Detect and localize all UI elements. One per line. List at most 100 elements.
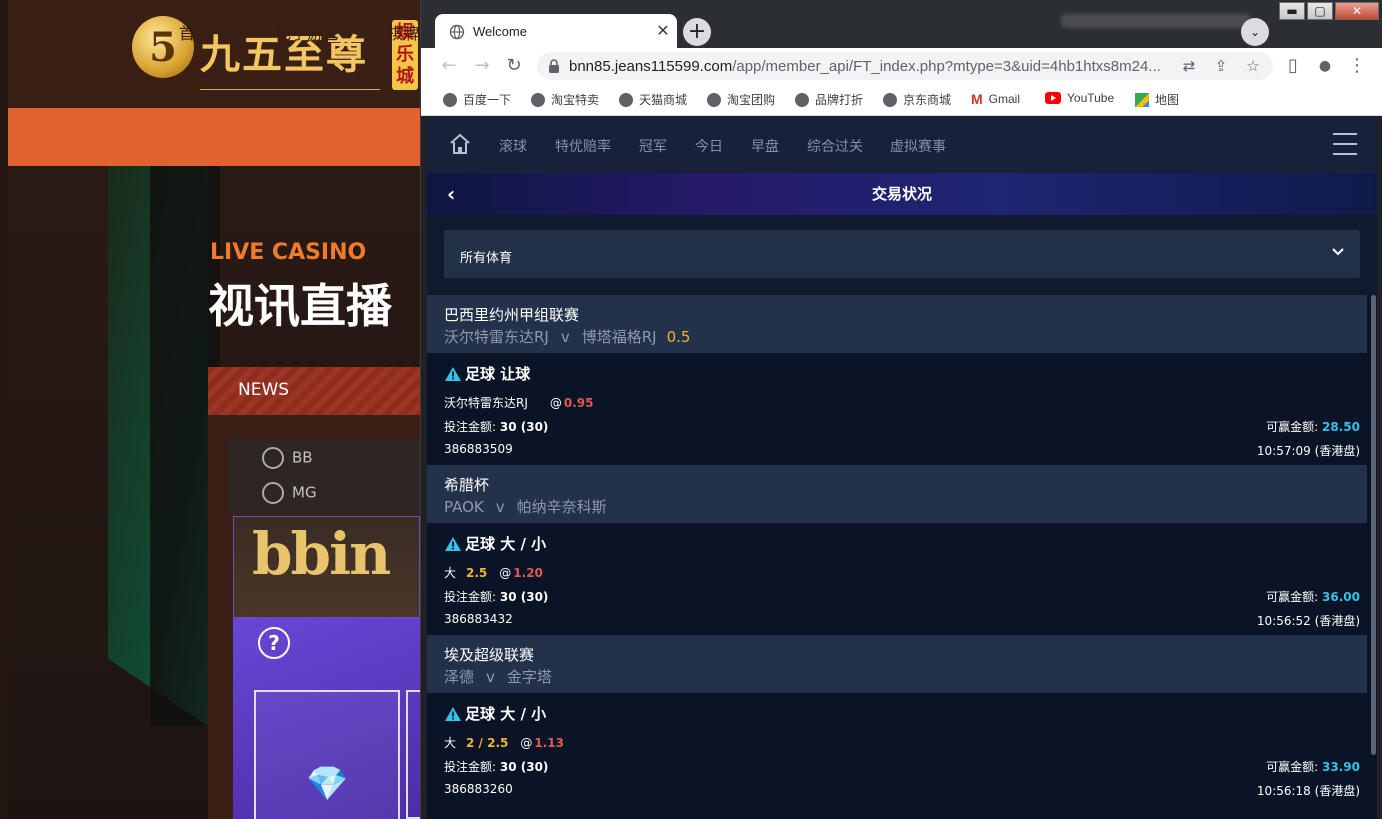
- page-title: 交易状况: [871, 185, 932, 203]
- bb-icon: [262, 447, 284, 469]
- news-label[interactable]: NEWS: [238, 380, 289, 400]
- stake-amount: 投注金额: 30 (30): [444, 590, 549, 604]
- forward-button[interactable]: →: [470, 54, 494, 78]
- address-bar[interactable]: bnn85.jeans115599.com/app/member_api/FT_…: [537, 52, 1273, 80]
- bet-pick: 沃尔特雷东达RJ @0.95: [444, 396, 594, 410]
- game-provider-bb[interactable]: BB: [262, 447, 313, 469]
- reload-button[interactable]: ↻: [502, 54, 526, 78]
- win-amount: 可赢金额: 33.90: [1266, 760, 1360, 774]
- bet-detail: 足球 大 / 小 大2 / 2.5 @1.13 投注金额: 30 (30) 可赢金…: [427, 693, 1367, 805]
- odds-value: 0.95: [563, 396, 594, 410]
- bet-time: 10:57:09 (香港盘): [1256, 444, 1360, 458]
- casino-nav-home[interactable]: 首页: [179, 20, 211, 44]
- bookmark-star-icon[interactable]: ☆: [1243, 56, 1263, 76]
- title-bar: Welcome ✕ + ⌄ ▬ ▢ ✕: [421, 0, 1382, 50]
- nav-early[interactable]: 早盘: [751, 136, 779, 156]
- blurred-title: [1061, 14, 1251, 28]
- stake-amount: 投注金额: 30 (30): [444, 420, 549, 434]
- warning-icon: [445, 706, 461, 721]
- sport-filter-select[interactable]: 所有体育: [444, 230, 1360, 278]
- nav-virtual[interactable]: 虚拟赛事: [890, 136, 946, 156]
- sport-filter-value: 所有体育: [460, 251, 513, 266]
- filter-area: 所有体育: [427, 215, 1377, 295]
- odds-value: 1.13: [534, 736, 564, 750]
- youtube-icon: [1045, 92, 1061, 104]
- tab-close-icon[interactable]: ✕: [653, 21, 673, 40]
- nav-best-odds[interactable]: 特优赔率: [555, 136, 611, 156]
- stake-amount: 投注金额: 30 (30): [444, 760, 549, 774]
- globe-icon: [707, 92, 721, 107]
- close-window-button[interactable]: ✕: [1335, 2, 1379, 20]
- bookmark-item[interactable]: 京东商城: [883, 91, 951, 108]
- bookmark-item[interactable]: 淘宝团购: [707, 91, 775, 108]
- win-amount: 可赢金额: 36.00: [1266, 590, 1360, 604]
- minimize-button[interactable]: ▬: [1279, 2, 1305, 20]
- game-provider-mg[interactable]: MG: [262, 482, 317, 504]
- bookmark-item[interactable]: 淘宝特卖: [531, 91, 599, 108]
- bookmark-maps[interactable]: 地图: [1135, 91, 1179, 108]
- bet-pick: 大 2.5 @1.20: [444, 566, 543, 580]
- match-teams: PAOK v 帕纳辛奈科斯: [444, 498, 607, 516]
- globe-icon: [531, 92, 545, 107]
- win-amount: 可赢金额: 28.50: [1266, 420, 1360, 434]
- nav-parlay[interactable]: 综合过关: [807, 136, 863, 156]
- casino-nav-chess[interactable]: 棋牌: [387, 20, 419, 44]
- bet-type: 足球 大 / 小: [444, 703, 546, 724]
- maximize-button[interactable]: ▢: [1307, 2, 1333, 20]
- league-row: 希腊杯 PAOK v 帕纳辛奈科斯: [427, 465, 1367, 523]
- translate-icon[interactable]: ⇄: [1179, 56, 1199, 76]
- odds-value: 1.20: [513, 566, 543, 580]
- league-name: 希腊杯: [444, 476, 490, 494]
- betting-page: 滚球 特优赔率 冠军 今日 早盘 综合过关 虚拟赛事 ‹ 交易状况 所有体育 巴…: [427, 117, 1377, 819]
- diamond-icon: 💎: [306, 764, 349, 804]
- bookmark-item[interactable]: 百度一下: [443, 91, 511, 108]
- handicap-value: 0.5: [666, 328, 691, 346]
- menu-icon[interactable]: ⋮: [1345, 54, 1369, 78]
- bet-detail: 足球 让球 沃尔特雷东达RJ @0.95 投注金额: 30 (30) 可赢金额: …: [427, 353, 1367, 465]
- league-row: 埃及超级联赛 泽德 v 金字塔: [427, 635, 1367, 693]
- hero-title-cn: 视讯直播: [208, 279, 392, 333]
- bbin-logo: bbin: [252, 520, 391, 588]
- bookmark-youtube[interactable]: YouTube: [1045, 91, 1114, 105]
- globe-icon: [449, 24, 465, 40]
- bookmark-gmail[interactable]: M Gmail: [971, 91, 1020, 107]
- scrollbar-thumb[interactable]: [1371, 295, 1376, 755]
- bookmark-item[interactable]: 天猫商城: [619, 91, 687, 108]
- page-scrollbar[interactable]: [1370, 295, 1377, 819]
- nav-live[interactable]: 滚球: [499, 136, 527, 156]
- back-button[interactable]: ←: [437, 54, 461, 78]
- bookmark-item[interactable]: 品牌打折: [795, 91, 863, 108]
- logo-ornament: [200, 82, 380, 90]
- league-row: 巴西里约州甲组联赛 沃尔特雷东达RJ v 博塔福格RJ 0.5: [427, 295, 1367, 353]
- warning-icon: [445, 366, 461, 381]
- bet-detail: 足球 大 / 小 大 2.5 @1.20 投注金额: 30 (30) 可赢金额: 3…: [427, 523, 1367, 635]
- league-name: 巴西里约州甲组联赛: [444, 306, 580, 324]
- casino-nav-slots[interactable]: 电子游艺: [275, 20, 339, 44]
- tab-search-button[interactable]: ⌄: [1241, 18, 1269, 46]
- bet-pick: 大2 / 2.5 @1.13: [444, 736, 564, 750]
- tab-welcome[interactable]: Welcome ✕: [435, 14, 677, 50]
- bet-time: 10:56:52 (香港盘): [1256, 614, 1360, 628]
- bet-id: 386883260: [444, 782, 513, 796]
- bet-type: 足球 让球: [444, 363, 530, 384]
- window-controls: ▬ ▢ ✕: [1279, 2, 1379, 20]
- share-icon[interactable]: ⇪: [1211, 56, 1231, 76]
- game-provider-list: [228, 438, 420, 514]
- hamburger-menu-icon[interactable]: [1333, 133, 1357, 155]
- profile-icon[interactable]: ●: [1313, 54, 1337, 78]
- globe-icon: [443, 92, 457, 107]
- browser-toolbar: ← → ↻ bnn85.jeans115599.com/app/member_a…: [421, 48, 1382, 84]
- lock-icon[interactable]: [547, 58, 561, 74]
- nav-champion[interactable]: 冠军: [639, 136, 667, 156]
- globe-icon: [883, 92, 897, 107]
- url-path: /app/member_api/FT_index.php?mtype=3&uid…: [732, 58, 1161, 75]
- side-panel-icon[interactable]: ▯: [1281, 54, 1305, 78]
- globe-icon: [619, 92, 633, 107]
- nav-today[interactable]: 今日: [695, 136, 723, 156]
- browser-window: Welcome ✕ + ⌄ ▬ ▢ ✕ ← → ↻ bnn85.jeans115…: [420, 0, 1382, 819]
- help-icon[interactable]: ?: [258, 627, 290, 659]
- home-icon[interactable]: [449, 133, 471, 155]
- url-text[interactable]: bnn85.jeans115599.com/app/member_api/FT_…: [569, 58, 1161, 75]
- game-card-partial[interactable]: [406, 690, 420, 819]
- new-tab-button[interactable]: +: [683, 18, 711, 46]
